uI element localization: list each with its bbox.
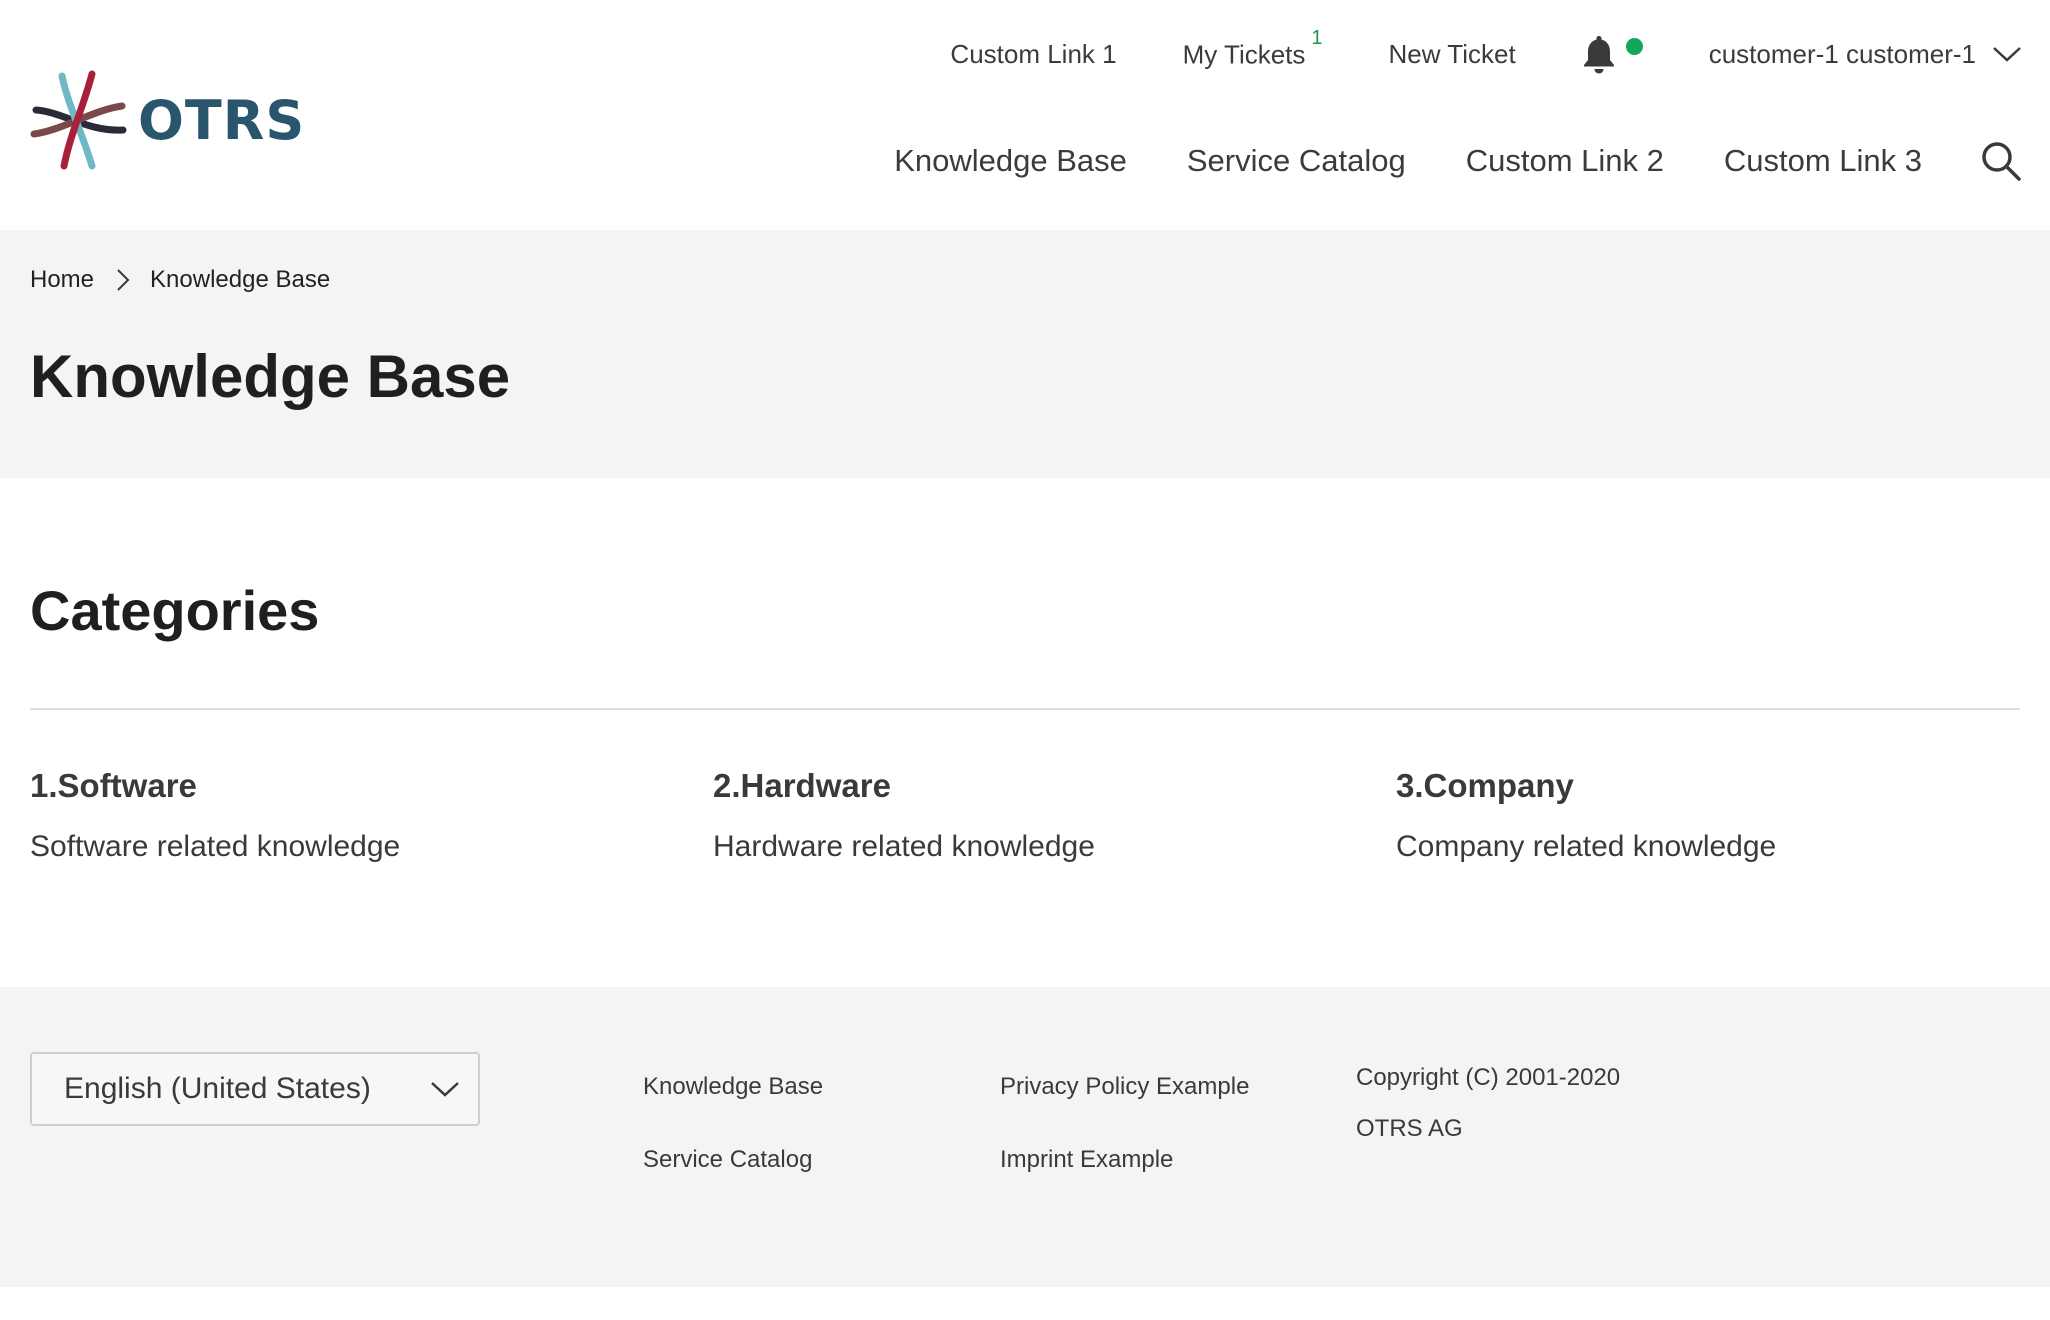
category-description: Company related knowledge xyxy=(1396,830,1777,863)
categories-heading: Categories xyxy=(30,579,320,642)
category-hardware[interactable]: 2.Hardware Hardware related knowledge xyxy=(713,766,1353,866)
my-tickets-count: 1 xyxy=(1311,27,1323,50)
footer-link-privacy-policy[interactable]: Privacy Policy Example xyxy=(1000,1072,1249,1102)
category-title[interactable]: 2.Hardware xyxy=(713,766,1353,806)
footer-links-col-2: Privacy Policy Example Imprint Example xyxy=(1000,1072,1249,1175)
bell-icon xyxy=(1583,36,1614,74)
search-icon xyxy=(1982,142,2021,181)
copyright: Copyright (C) 2001-2020 OTRS AG xyxy=(1356,1063,1620,1144)
footer-link-knowledge-base[interactable]: Knowledge Base xyxy=(643,1072,823,1102)
custom-link-1[interactable]: Custom Link 1 xyxy=(950,39,1116,70)
breadcrumb: Home Knowledge Base xyxy=(30,266,330,294)
nav-custom-link-2[interactable]: Custom Link 2 xyxy=(1466,143,1664,179)
user-menu[interactable]: customer-1 customer-1 xyxy=(1709,39,2022,70)
category-company[interactable]: 3.Company Company related knowledge xyxy=(1396,766,2036,866)
category-title[interactable]: 1.Software xyxy=(30,766,670,806)
online-status-dot xyxy=(1625,37,1643,55)
language-select[interactable]: English (United States) xyxy=(30,1052,480,1126)
breadcrumb-current: Knowledge Base xyxy=(150,266,331,293)
section-divider xyxy=(30,708,2020,710)
title-band: Home Knowledge Base Knowledge Base xyxy=(0,230,2050,478)
footer-links-col-1: Knowledge Base Service Catalog xyxy=(643,1072,823,1175)
chevron-down-icon xyxy=(1993,47,2021,62)
top-nav: Custom Link 1 My Tickets1 New Ticket cus… xyxy=(950,27,2022,74)
copyright-line-1: Copyright (C) 2001-2020 xyxy=(1356,1064,1621,1091)
site-footer: English (United States) Knowledge Base S… xyxy=(0,987,2050,1287)
logo-text: OTRS xyxy=(138,88,306,152)
footer-link-service-catalog[interactable]: Service Catalog xyxy=(643,1145,823,1175)
language-value: English (United States) xyxy=(64,1072,371,1105)
site-header: OTRS Custom Link 1 My Tickets1 New Ticke… xyxy=(0,0,2050,230)
chevron-down-icon xyxy=(431,1082,459,1097)
user-name: customer-1 customer-1 xyxy=(1708,38,1976,69)
new-ticket-link[interactable]: New Ticket xyxy=(1389,39,1516,70)
nav-service-catalog[interactable]: Service Catalog xyxy=(1187,143,1406,179)
category-description: Software related knowledge xyxy=(30,830,401,863)
my-tickets-label: My Tickets xyxy=(1182,39,1306,70)
category-description: Hardware related knowledge xyxy=(713,830,1095,863)
search-button[interactable] xyxy=(1980,140,2022,182)
nav-custom-link-3[interactable]: Custom Link 3 xyxy=(1724,143,1922,179)
page-title: Knowledge Base xyxy=(30,343,511,410)
nav-knowledge-base[interactable]: Knowledge Base xyxy=(894,143,1127,179)
chevron-right-icon xyxy=(117,269,130,291)
category-software[interactable]: 1.Software Software related knowledge xyxy=(30,766,670,866)
footer-link-imprint[interactable]: Imprint Example xyxy=(1000,1145,1249,1175)
breadcrumb-home[interactable]: Home xyxy=(30,266,94,294)
notifications-button[interactable] xyxy=(1582,34,1643,74)
category-title[interactable]: 3.Company xyxy=(1396,766,2036,806)
otrs-logo-icon xyxy=(30,70,127,170)
otrs-logo[interactable]: OTRS xyxy=(28,70,305,170)
main-nav: Knowledge Base Service Catalog Custom Li… xyxy=(894,140,2022,182)
my-tickets-link[interactable]: My Tickets1 xyxy=(1182,27,1323,71)
copyright-line-2: OTRS AG xyxy=(1356,1115,1463,1142)
